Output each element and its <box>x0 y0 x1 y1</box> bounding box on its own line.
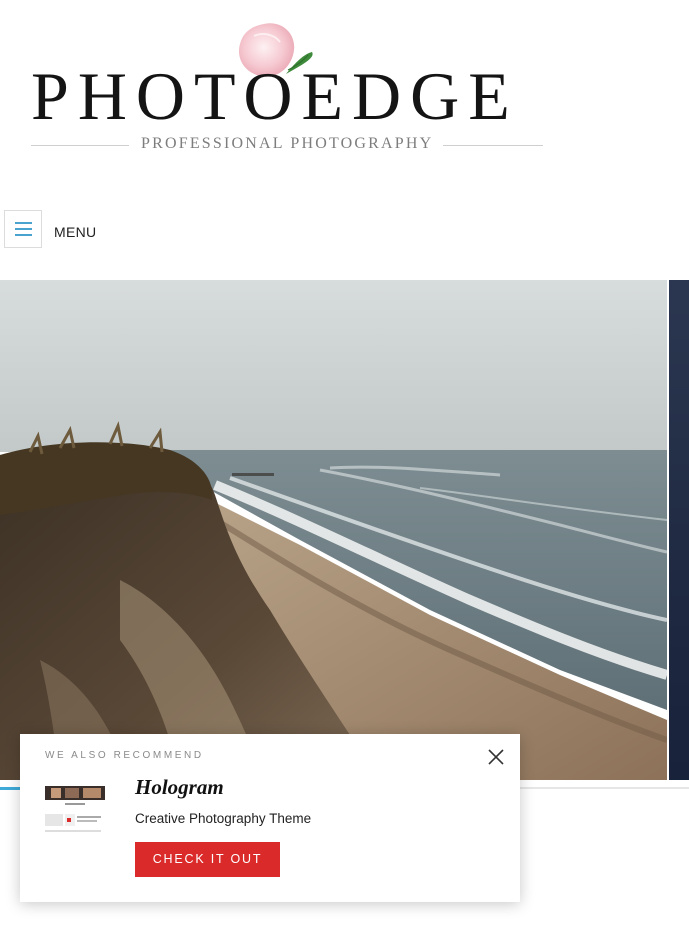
popup-title[interactable]: Hologram <box>135 775 224 800</box>
menu-toggle-button[interactable] <box>4 210 42 248</box>
close-icon[interactable] <box>486 747 506 767</box>
logo-subtitle-row: PROFESSIONAL PHOTOGRAPHY <box>31 135 543 155</box>
logo-divider-right <box>443 145 543 146</box>
check-it-out-button[interactable]: CHECK IT OUT <box>135 842 280 877</box>
next-slide-preview[interactable] <box>669 280 689 780</box>
recommend-popup: WE ALSO RECOMMEND Hologram Creative Phot… <box>20 734 520 902</box>
menu-label[interactable]: MENU <box>54 224 96 240</box>
logo-subtitle: PROFESSIONAL PHOTOGRAPHY <box>141 135 434 152</box>
hero-slide[interactable] <box>0 280 667 780</box>
popup-description: Creative Photography Theme <box>135 811 312 826</box>
hamburger-bar <box>15 234 32 236</box>
logo-title: PHOTOEDGE <box>31 58 519 134</box>
coastal-cliff-beach-photo <box>0 280 667 780</box>
hamburger-bar <box>15 222 32 224</box>
slider-progress-fill <box>0 787 21 790</box>
theme-preview-thumbnail[interactable] <box>45 782 105 838</box>
popup-kicker: WE ALSO RECOMMEND <box>45 750 204 761</box>
hamburger-bar <box>15 228 32 230</box>
site-logo[interactable]: PHOTOEDGE PROFESSIONAL PHOTOGRAPHY <box>31 22 543 157</box>
logo-divider-left <box>31 145 129 146</box>
page: PHOTOEDGE PROFESSIONAL PHOTOGRAPHY MENU <box>0 0 689 942</box>
